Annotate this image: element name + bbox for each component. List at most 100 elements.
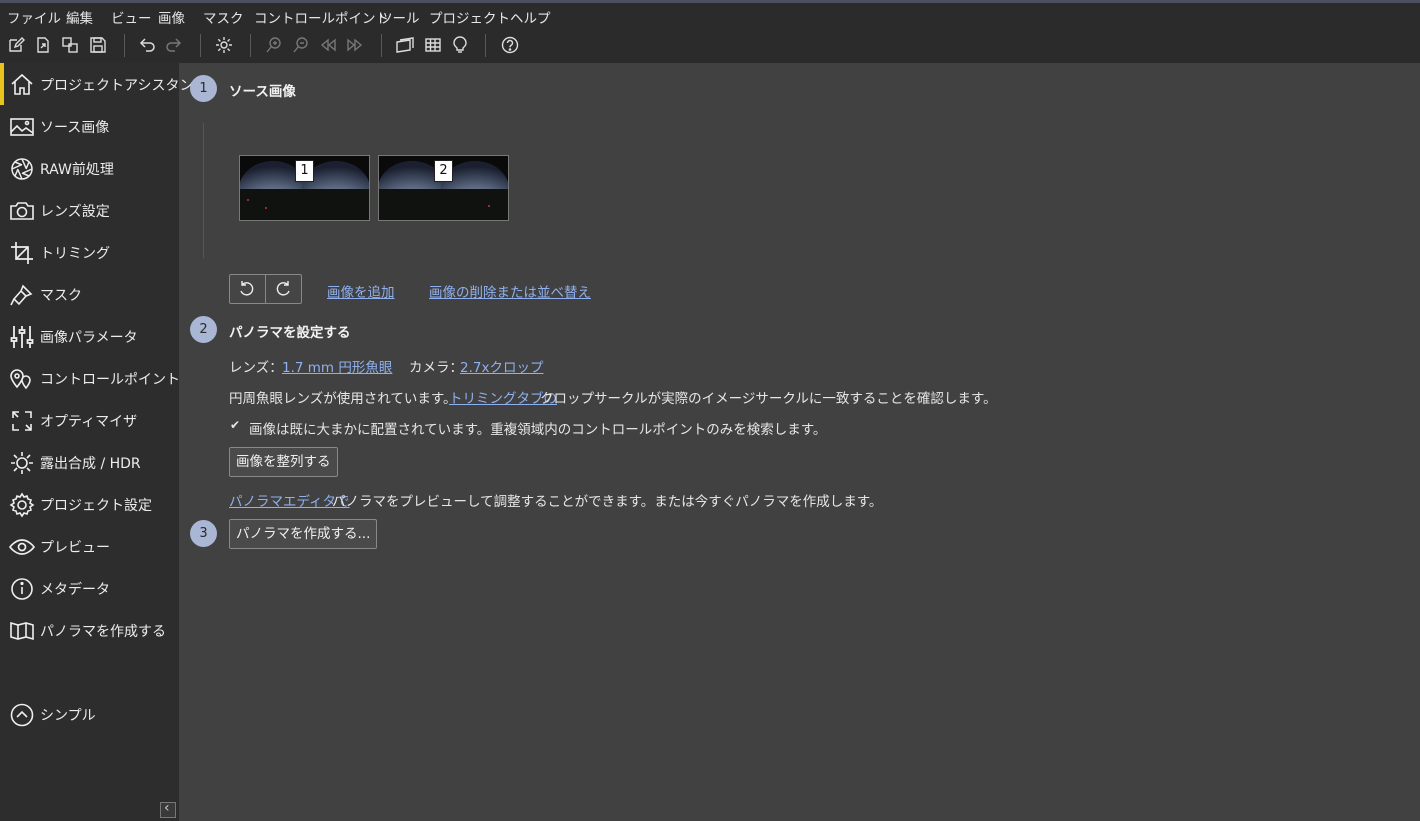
rotate-ccw-icon [240, 281, 254, 296]
toolbar-separator [124, 34, 125, 57]
zoom-in-icon[interactable] [264, 35, 284, 55]
step-connector [203, 123, 204, 258]
sidebar-item-hdr[interactable]: 露出合成 / HDR [0, 441, 179, 483]
panorama-editor-icon[interactable] [395, 35, 415, 55]
create-panorama-button[interactable]: パノラマを作成する... [229, 519, 378, 549]
eye-icon [8, 534, 36, 560]
zoom-out-icon[interactable] [291, 35, 311, 55]
chevron-up-icon [9, 702, 35, 728]
menu-project[interactable]: プロジェクト [429, 7, 510, 27]
crop-circle-info-text: クロップサークルが実際のイメージサークルに一致することを確認します。 [540, 391, 997, 407]
lens-value-link[interactable]: 1.7 mm 円形魚眼 [282, 356, 392, 376]
lightbulb-icon[interactable] [450, 35, 470, 55]
home-icon [9, 72, 35, 98]
menu-view[interactable]: ビュー [111, 7, 152, 27]
rotate-ccw-button[interactable] [230, 275, 266, 303]
sidebar-item-source-images[interactable]: ソース画像 [0, 105, 179, 147]
sidebar: プロジェクトアシスタント ソース画像 RAW前処理 レンズ設定 トリミング マス… [0, 63, 207, 821]
panorama-editor-info-text: パノラマをプレビューして調整することができます。または今すぐパノラマを作成します… [332, 494, 883, 510]
toolbar-separator [200, 34, 201, 57]
copy-icon[interactable] [60, 35, 80, 55]
grid-icon[interactable] [423, 35, 443, 55]
toolbar-separator [381, 34, 382, 57]
camera-icon [9, 198, 35, 224]
sidebar-item-label: パノラマを作成する [40, 624, 166, 640]
simple-mode-label: シンプル [40, 708, 96, 724]
image-index-badge: 1 [295, 160, 314, 182]
sidebar-item-mask[interactable]: マスク [0, 273, 179, 315]
step-title: ソース画像 [229, 84, 296, 100]
open-icon[interactable] [33, 35, 53, 55]
optimize-icon [9, 408, 35, 434]
sliders-icon [9, 324, 35, 350]
project-assistant-panel: 1 ソース画像 1 2 画像を追加 画像の削除または並べ替え 2 パノラマを設定… [179, 63, 1420, 821]
camera-label: カメラ： [409, 360, 463, 376]
sidebar-item-label: 露出合成 / HDR [40, 456, 141, 472]
align-images-button[interactable]: 画像を整列する [229, 447, 338, 477]
settings-icon[interactable] [214, 35, 234, 55]
sidebar-item-lens[interactable]: レンズ設定 [0, 189, 179, 231]
sidebar-item-optimizer[interactable]: オプティマイザ [0, 399, 179, 441]
sidebar-item-label: レンズ設定 [40, 204, 110, 220]
sidebar-item-project-assistant[interactable]: プロジェクトアシスタント [0, 63, 207, 105]
next-icon[interactable] [345, 35, 365, 55]
camera-value-link[interactable]: 2.7xクロップ [460, 356, 543, 376]
sidebar-item-control-points[interactable]: コントロールポイント [0, 357, 180, 399]
fisheye-info-text: 円周魚眼レンズが使用されています。 [229, 391, 457, 407]
sun-icon [9, 450, 35, 476]
crop-icon [9, 240, 35, 266]
menu-file[interactable]: ファイル [7, 7, 61, 27]
sidebar-item-image-params[interactable]: 画像パラメータ [0, 315, 179, 357]
toolbar-separator [485, 34, 486, 57]
sidebar-item-preview[interactable]: プレビュー [0, 525, 179, 567]
aperture-icon [9, 156, 35, 182]
prealigned-checkbox-label: 画像は既に大まかに配置されています。重複領域内のコントロールポイントのみを検索し… [249, 422, 827, 438]
sidebar-item-label: メタデータ [40, 582, 110, 598]
prev-icon[interactable] [318, 35, 338, 55]
collapse-sidebar-button[interactable]: ‹ [160, 800, 176, 818]
sidebar-item-project-settings[interactable]: プロジェクト設定 [0, 483, 179, 525]
toolbar-separator [250, 34, 251, 57]
rotate-cw-button[interactable] [266, 275, 301, 303]
sidebar-item-crop[interactable]: トリミング [0, 231, 179, 273]
image-thumbnail[interactable]: 2 [378, 155, 509, 221]
sidebar-item-create-panorama[interactable]: パノラマを作成する [0, 609, 179, 651]
menu-control-points[interactable]: コントロールポイント [254, 7, 389, 27]
menu-help[interactable]: ヘルプ [510, 7, 551, 27]
menu-bar: ファイル 編集 ビュー 画像 マスク コントロールポイント ツール プロジェクト… [0, 3, 1420, 28]
sidebar-item-label: オプティマイザ [40, 414, 138, 430]
step-title: パノラマを設定する [229, 325, 351, 341]
sidebar-item-label: ソース画像 [40, 120, 110, 136]
sidebar-item-label: プロジェクト設定 [40, 498, 152, 514]
sidebar-item-label: RAW前処理 [40, 162, 114, 178]
pin-icon [9, 366, 35, 392]
menu-mask[interactable]: マスク [203, 7, 244, 27]
simple-mode-toggle[interactable]: シンプル [0, 693, 179, 735]
remove-reorder-images-link[interactable]: 画像の削除または並べ替え [429, 281, 591, 301]
menu-tools[interactable]: ツール [379, 7, 420, 27]
lens-label: レンズ： [229, 360, 283, 376]
menu-edit[interactable]: 編集 [66, 7, 93, 27]
help-icon[interactable] [500, 35, 520, 55]
sidebar-item-raw[interactable]: RAW前処理 [0, 147, 179, 189]
image-thumbnail[interactable]: 1 [239, 155, 370, 221]
sidebar-item-label: マスク [40, 288, 82, 304]
new-project-icon[interactable] [6, 35, 26, 55]
undo-icon[interactable] [137, 35, 157, 55]
info-icon [9, 576, 35, 602]
sidebar-item-label: プレビュー [40, 540, 110, 556]
brush-icon [9, 282, 35, 308]
add-images-link[interactable]: 画像を追加 [327, 281, 395, 301]
save-icon[interactable] [88, 35, 108, 55]
image-icon [9, 114, 35, 140]
chevron-left-icon: ‹ [164, 800, 170, 816]
sidebar-item-label: コントロールポイント [40, 372, 180, 388]
step-number: 3 [190, 520, 217, 547]
prealigned-checkbox[interactable]: ✔ [230, 419, 241, 431]
step-number: 1 [190, 75, 217, 102]
panorama-icon [9, 618, 35, 644]
redo-icon[interactable] [164, 35, 184, 55]
menu-image[interactable]: 画像 [158, 7, 185, 27]
sidebar-item-metadata[interactable]: メタデータ [0, 567, 179, 609]
image-index-badge: 2 [434, 160, 453, 182]
